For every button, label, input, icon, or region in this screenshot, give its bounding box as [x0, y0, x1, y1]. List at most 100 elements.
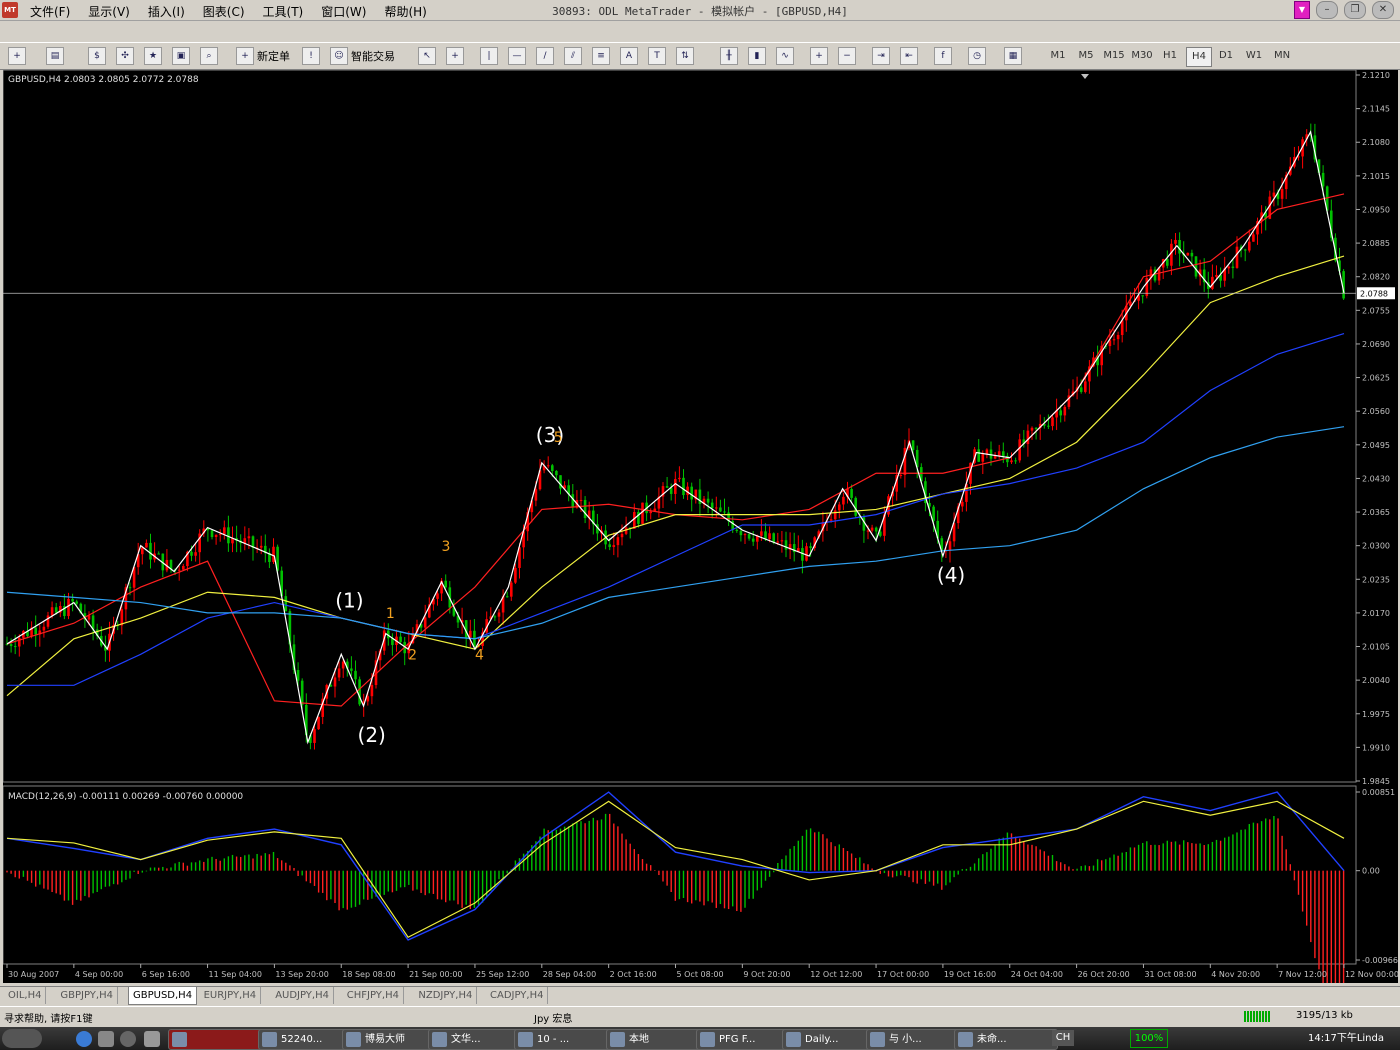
chart-tab-0[interactable]: OIL,H4 — [4, 987, 47, 1004]
chart-shift-button[interactable]: ⇤ — [900, 47, 921, 65]
menu-item-1[interactable]: 显示(V) — [80, 0, 140, 20]
time-tick-label: 12 Oct 12:00 — [810, 970, 862, 979]
timeframe-m15[interactable]: M15 — [1102, 47, 1126, 65]
timeframe-w1[interactable]: W1 — [1242, 47, 1266, 65]
menu-item-5[interactable]: 窗口(W) — [313, 0, 376, 20]
restore-icon[interactable]: ❐ — [1344, 1, 1366, 19]
channel-tool[interactable]: ⫽ — [564, 47, 585, 65]
status-profile: Jpy 宏息 — [534, 1014, 573, 1025]
price-tick-label: 2.0040 — [1362, 676, 1390, 685]
candle-body — [1141, 295, 1144, 297]
chart-tab-7[interactable]: CADJPY,H4 — [486, 987, 549, 1004]
candle-body — [706, 498, 710, 503]
text-tool[interactable]: A — [620, 47, 641, 65]
close-icon[interactable]: ✕ — [1372, 1, 1394, 19]
media-icon[interactable] — [120, 1031, 136, 1047]
time-tick-label: 26 Oct 20:00 — [1078, 970, 1130, 979]
metaeditor-button[interactable]: ! — [302, 47, 323, 65]
folder-icon[interactable] — [144, 1031, 160, 1047]
candle-body — [833, 510, 837, 520]
candle-body — [649, 511, 652, 514]
menu-item-4[interactable]: 工具(T) — [255, 0, 314, 20]
menu-item-6[interactable]: 帮助(H) — [376, 0, 436, 20]
pin-icon[interactable]: ▼ — [1294, 1, 1310, 19]
chart-window[interactable]: 2.1210 2.1145 2.1080 2.1015 2.0950 2.0885 2.08… — [2, 69, 1399, 1050]
new-chart-button[interactable]: + — [8, 47, 29, 65]
candle-body — [1252, 234, 1255, 242]
periods-button[interactable]: ◷ — [968, 47, 989, 65]
candle-body — [296, 670, 300, 681]
bar-chart-button[interactable]: ╫ — [720, 47, 741, 65]
navigator-icon: ★ — [144, 47, 162, 65]
wave-label-3: (4) — [937, 563, 965, 587]
timeframe-h4[interactable]: H4 — [1186, 47, 1212, 67]
autoscroll-button[interactable]: ⇥ — [872, 47, 893, 65]
candle-body — [1084, 381, 1087, 392]
language-indicator[interactable]: CH — [1052, 1030, 1074, 1046]
navigator-button[interactable]: ★ — [144, 47, 165, 65]
zoom-out-button[interactable]: − — [838, 47, 859, 65]
price-tick-label: 1.9845 — [1362, 777, 1390, 786]
chart-tab-2[interactable]: GBPUSD,H4 — [128, 987, 198, 1005]
data-window-button[interactable]: ✣ — [116, 47, 137, 65]
menu-item-0[interactable]: 文件(F) — [22, 0, 80, 20]
candle-body — [157, 553, 160, 555]
candle-body — [350, 668, 353, 671]
time-tick-label: 5 Oct 08:00 — [677, 970, 724, 979]
cursor-tool[interactable]: ↖ — [418, 47, 439, 65]
chart-tab-6[interactable]: NZDJPY,H4 — [414, 987, 478, 1004]
candle-body — [1002, 451, 1005, 456]
start-button[interactable] — [2, 1029, 42, 1048]
arrows-tool[interactable]: ⇅ — [676, 47, 697, 65]
macd-tick-label: 0.00851 — [1362, 788, 1395, 797]
tester-button[interactable]: ⌕ — [200, 47, 221, 65]
menu-item-3[interactable]: 图表(C) — [195, 0, 255, 20]
candle-body — [874, 527, 878, 532]
terminal-icon: ▣ — [172, 47, 190, 65]
timeframe-m1[interactable]: M1 — [1046, 47, 1070, 65]
indicators-button[interactable]: f — [934, 47, 955, 65]
time-tick-label: 31 Oct 08:00 — [1144, 970, 1196, 979]
chart-tab-1[interactable]: GBPJPY,H4 — [56, 987, 118, 1004]
price-tick-label: 2.0235 — [1362, 575, 1390, 584]
profiles-button[interactable]: ▤ — [46, 47, 67, 65]
task-metatrader[interactable] — [168, 1029, 264, 1050]
chart-canvas[interactable]: 2.1210 2.1145 2.1080 2.1015 2.0950 2.0885 2.08… — [2, 69, 1399, 1050]
cursor-icon: ↖ — [418, 47, 436, 65]
candle-chart-button[interactable]: ▮ — [748, 47, 769, 65]
trendline-tool[interactable]: / — [536, 47, 557, 65]
vline-tool[interactable]: | — [480, 47, 501, 65]
chart-tab-4[interactable]: AUDJPY,H4 — [271, 987, 334, 1004]
label-icon: T — [648, 47, 666, 65]
wave-label-4: 1 — [386, 606, 395, 622]
candle-body — [128, 587, 132, 589]
ie-icon[interactable] — [76, 1031, 92, 1047]
zoom-in-button[interactable]: + — [810, 47, 831, 65]
timeframe-h1[interactable]: H1 — [1158, 47, 1182, 65]
label-tool[interactable]: T — [648, 47, 669, 65]
candle-body — [337, 668, 341, 678]
ma-fast-line — [6, 193, 1345, 707]
line-chart-button[interactable]: ∿ — [776, 47, 797, 65]
timeframe-m5[interactable]: M5 — [1074, 47, 1098, 65]
timeframe-m30[interactable]: M30 — [1130, 47, 1154, 65]
fibo-tool[interactable]: ≡ — [592, 47, 613, 65]
timeframe-mn[interactable]: MN — [1270, 47, 1294, 65]
timeframe-d1[interactable]: D1 — [1214, 47, 1238, 65]
market-watch-button[interactable]: $ — [88, 47, 109, 65]
templates-button[interactable]: ▦ — [1004, 47, 1025, 65]
autoscroll-icon: ⇥ — [872, 47, 890, 65]
time-tick-label: 9 Oct 20:00 — [743, 970, 790, 979]
task-item-8[interactable]: 未命... — [954, 1029, 1058, 1050]
new-order-button[interactable]: + 新定单 — [236, 47, 290, 65]
candle-body — [227, 527, 230, 544]
crosshair-tool[interactable]: + — [446, 47, 467, 65]
hline-tool[interactable]: — — [508, 47, 529, 65]
desktop-icon[interactable] — [98, 1031, 114, 1047]
expert-advisors-button[interactable]: ☺ 智能交易 — [330, 47, 395, 65]
terminal-button[interactable]: ▣ — [172, 47, 193, 65]
chart-tab-3[interactable]: EURJPY,H4 — [200, 987, 262, 1004]
minimize-icon[interactable]: – — [1316, 1, 1338, 19]
chart-tab-5[interactable]: CHFJPY,H4 — [343, 987, 404, 1004]
menu-item-2[interactable]: 插入(I) — [140, 0, 195, 20]
